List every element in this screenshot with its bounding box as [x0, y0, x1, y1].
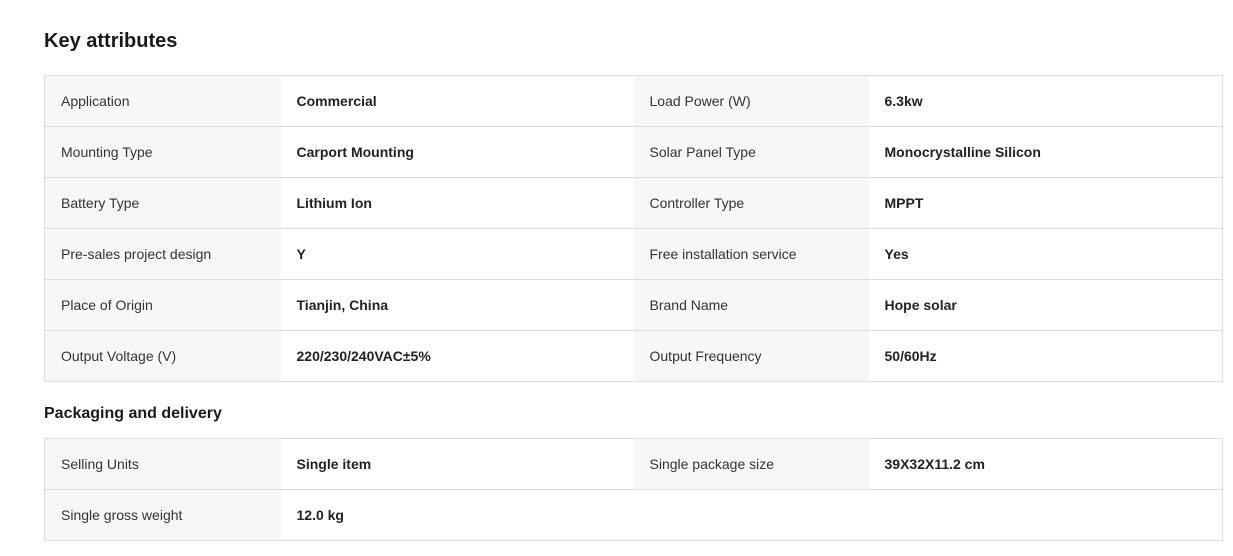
attribute-value: Tianjin, China — [280, 279, 634, 331]
attribute-label: Output Voltage (V) — [44, 330, 281, 382]
table-row: Single gross weight 12.0 kg — [44, 489, 1223, 541]
attribute-label: Brand Name — [633, 279, 869, 331]
attribute-value: 12.0 kg — [280, 489, 634, 541]
table-row: Selling Units Single item Single package… — [44, 438, 1223, 490]
key-attributes-title: Key attributes — [44, 30, 178, 52]
attribute-label: Place of Origin — [44, 279, 281, 331]
empty-cell — [633, 489, 869, 541]
key-attributes-table: Application Commercial Load Power (W) 6.… — [44, 75, 1223, 382]
table-row: Output Voltage (V) 220/230/240VAC±5% Out… — [44, 330, 1223, 382]
packaging-delivery-title: Packaging and delivery — [44, 405, 222, 422]
table-row: Application Commercial Load Power (W) 6.… — [44, 75, 1223, 127]
attribute-label: Solar Panel Type — [633, 126, 869, 178]
attribute-value: Monocrystalline Silicon — [868, 126, 1223, 178]
attribute-label: Controller Type — [633, 177, 869, 229]
attribute-value: 220/230/240VAC±5% — [280, 330, 634, 382]
attribute-value: MPPT — [868, 177, 1223, 229]
attribute-label: Selling Units — [44, 438, 281, 490]
table-row: Mounting Type Carport Mounting Solar Pan… — [44, 126, 1223, 178]
attribute-label: Pre-sales project design — [44, 228, 281, 280]
empty-cell — [868, 489, 1223, 541]
attribute-value: 50/60Hz — [868, 330, 1223, 382]
attribute-label: Application — [44, 75, 281, 127]
attribute-value: Yes — [868, 228, 1223, 280]
packaging-delivery-table: Selling Units Single item Single package… — [44, 438, 1223, 541]
attribute-label: Battery Type — [44, 177, 281, 229]
attribute-label: Output Frequency — [633, 330, 869, 382]
attribute-value: 39X32X11.2 cm — [868, 438, 1223, 490]
attribute-label: Single gross weight — [44, 489, 281, 541]
table-row: Pre-sales project design Y Free installa… — [44, 228, 1223, 280]
attribute-value: Single item — [280, 438, 634, 490]
attribute-value: Commercial — [280, 75, 634, 127]
attribute-value: 6.3kw — [868, 75, 1223, 127]
attribute-value: Lithium Ion — [280, 177, 634, 229]
attribute-value: Y — [280, 228, 634, 280]
attribute-label: Load Power (W) — [633, 75, 869, 127]
attribute-value: Hope solar — [868, 279, 1223, 331]
attribute-label: Single package size — [633, 438, 869, 490]
table-row: Place of Origin Tianjin, China Brand Nam… — [44, 279, 1223, 331]
attribute-label: Mounting Type — [44, 126, 281, 178]
attribute-label: Free installation service — [633, 228, 869, 280]
attribute-value: Carport Mounting — [280, 126, 634, 178]
table-row: Battery Type Lithium Ion Controller Type… — [44, 177, 1223, 229]
